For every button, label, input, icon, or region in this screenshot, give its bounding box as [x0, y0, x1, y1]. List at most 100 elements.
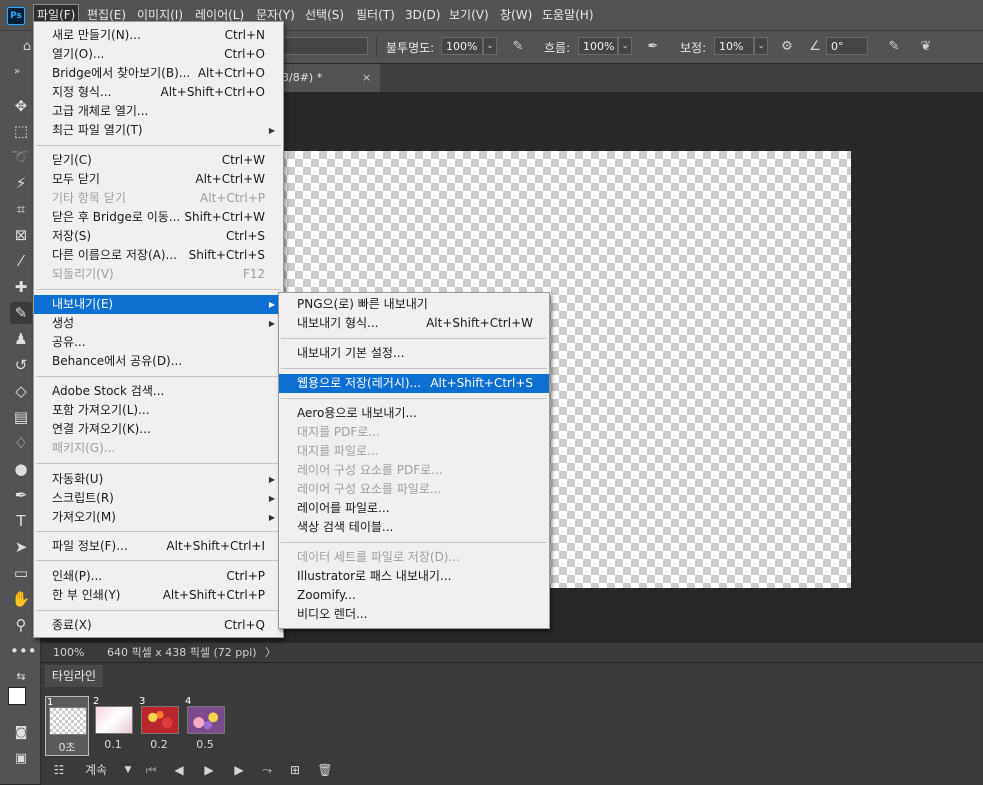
menu-item-browse-bridge[interactable]: Bridge에서 찾아보기(B)... Alt+Ctrl+O	[34, 64, 283, 83]
menu-view[interactable]: 보기(V)	[446, 5, 492, 25]
crop-tool-icon[interactable]: ⌗	[10, 198, 32, 220]
menu-item-share[interactable]: 공유...	[34, 333, 283, 352]
history-brush-tool-icon[interactable]: ↺	[10, 354, 32, 376]
menu-item-import[interactable]: 가져오기(M) ▶	[34, 508, 283, 527]
pressure-opacity-icon[interactable]: ✎	[509, 39, 527, 55]
pen-tool-icon[interactable]: ✒	[10, 484, 32, 506]
chevron-down-icon[interactable]: ▼	[121, 760, 135, 780]
menu-item-adobe-stock[interactable]: Adobe Stock 검색...	[34, 382, 283, 401]
menu-item-layers-to-files[interactable]: 레이어를 파일로...	[279, 499, 549, 518]
trash-icon[interactable]: 🗑	[317, 760, 333, 780]
loop-options[interactable]: 계속	[85, 760, 107, 780]
screen-mode-icon[interactable]: ▣	[10, 748, 32, 770]
marquee-tool-icon[interactable]: ⬚	[10, 120, 32, 142]
brush-tool-icon[interactable]: ✎	[10, 302, 32, 324]
smoothing-input[interactable]: 10%	[714, 37, 754, 55]
menu-item-save-as[interactable]: 다른 이름으로 저장(A)... Shift+Ctrl+S	[34, 246, 283, 265]
close-icon[interactable]: ×	[362, 64, 371, 92]
menu-item-scripts[interactable]: 스크립트(R) ▶	[34, 489, 283, 508]
frame-delay[interactable]: 0.2	[138, 738, 180, 751]
menu-item-export-as[interactable]: 내보내기 형식... Alt+Shift+Ctrl+W	[279, 314, 549, 333]
menu-item-quick-export-png[interactable]: PNG으(로) 빠른 내보내기	[279, 295, 549, 314]
document-tab[interactable]: 3/8#) * ×	[282, 64, 380, 92]
previous-frame-icon[interactable]: ◀	[171, 760, 187, 780]
frame-delay[interactable]: 0초	[46, 739, 88, 755]
blur-tool-icon[interactable]: ♢	[10, 432, 32, 454]
next-frame-icon[interactable]: ▶	[231, 760, 247, 780]
menu-3d[interactable]: 3D(D)	[402, 5, 443, 25]
menu-item-artboards-files[interactable]: 대지를 파일로...	[279, 442, 549, 461]
timeline-frame[interactable]: 3 0.2	[138, 696, 180, 754]
mode-select[interactable]	[283, 37, 368, 55]
rectangle-tool-icon[interactable]: ▭	[10, 562, 32, 584]
gradient-tool-icon[interactable]: ▤	[10, 406, 32, 428]
menu-window[interactable]: 창(W)	[497, 5, 535, 25]
menu-item-artboards-pdf[interactable]: 대지를 PDF로...	[279, 423, 549, 442]
menu-help[interactable]: 도움말(H)	[539, 5, 597, 25]
menu-item-open-smart-object[interactable]: 고급 개체로 열기...	[34, 102, 283, 121]
timeline-frame[interactable]: 4 0.5	[184, 696, 226, 754]
healing-brush-tool-icon[interactable]: ✚	[10, 276, 32, 298]
path-selection-tool-icon[interactable]: ➤	[10, 536, 32, 558]
frame-delay[interactable]: 0.5	[184, 738, 226, 751]
menu-item-render-video[interactable]: 비디오 렌더...	[279, 605, 549, 624]
quick-mask-icon[interactable]: ◙	[10, 722, 32, 744]
tween-icon[interactable]: ⤳	[259, 760, 275, 780]
foreground-color-swatch[interactable]	[8, 687, 26, 705]
menu-item-share-behance[interactable]: Behance에서 공유(D)...	[34, 352, 283, 371]
opacity-dropdown[interactable]: ⌄	[483, 37, 497, 55]
symmetry-icon[interactable]: ❦	[917, 39, 935, 55]
menu-item-new[interactable]: 새로 만들기(N)... Ctrl+N	[34, 26, 283, 45]
menu-select[interactable]: 선택(S)	[302, 5, 347, 25]
smoothing-dropdown[interactable]: ⌄	[754, 37, 768, 55]
magic-wand-tool-icon[interactable]: ⚡	[10, 172, 32, 194]
convert-timeline-icon[interactable]: ☷	[51, 760, 67, 780]
menu-item-generate[interactable]: 생성 ▶	[34, 314, 283, 333]
lasso-tool-icon[interactable]: ➰	[10, 146, 32, 168]
menu-item-save[interactable]: 저장(S) Ctrl+S	[34, 227, 283, 246]
frame-tool-icon[interactable]: ⊠	[10, 224, 32, 246]
status-info-arrow[interactable]: 〉	[265, 643, 276, 662]
play-icon[interactable]: ▶	[201, 760, 217, 780]
hand-tool-icon[interactable]: ✋	[10, 588, 32, 610]
menu-item-save-for-web[interactable]: 웹용으로 저장(레거시)... Alt+Shift+Ctrl+S	[279, 374, 549, 393]
collapse-panel-icon[interactable]: »	[6, 65, 28, 79]
frame-delay[interactable]: 0.1	[92, 738, 134, 751]
menu-item-close-all[interactable]: 모두 닫기 Alt+Ctrl+W	[34, 170, 283, 189]
menu-item-export-preferences[interactable]: 내보내기 기본 설정...	[279, 344, 549, 363]
menu-item-export[interactable]: 내보내기(E) ▶	[34, 295, 283, 314]
new-frame-icon[interactable]: ⊞	[287, 760, 303, 780]
pressure-size-icon[interactable]: ✎	[885, 39, 903, 55]
move-tool-icon[interactable]: ✥	[10, 95, 32, 117]
menu-item-paths-illustrator[interactable]: Illustrator로 패스 내보내기...	[279, 567, 549, 586]
zoom-tool-icon[interactable]: ⚲	[10, 614, 32, 636]
menu-item-open-as[interactable]: 지정 형식... Alt+Shift+Ctrl+O	[34, 83, 283, 102]
menu-item-close-go-bridge[interactable]: 닫은 후 Bridge로 이동... Shift+Ctrl+W	[34, 208, 283, 227]
menu-item-automate[interactable]: 자동화(U) ▶	[34, 470, 283, 489]
timeline-frame[interactable]: 1 0초	[45, 696, 89, 756]
timeline-tab[interactable]: 타임라인	[45, 665, 103, 687]
zoom-level[interactable]: 100%	[53, 643, 84, 662]
menu-item-print[interactable]: 인쇄(P)... Ctrl+P	[34, 567, 283, 586]
first-frame-icon[interactable]: ⏮	[143, 760, 159, 780]
menu-item-data-sets[interactable]: 데이터 세트를 파일로 저장(D)...	[279, 548, 549, 567]
clone-stamp-tool-icon[interactable]: ♟	[10, 328, 32, 350]
menu-filter[interactable]: 필터(T)	[353, 5, 398, 25]
menu-item-export-aero[interactable]: Aero용으로 내보내기...	[279, 404, 549, 423]
angle-input[interactable]: 0°	[826, 37, 868, 55]
menu-item-print-one-copy[interactable]: 한 부 인쇄(Y) Alt+Shift+Ctrl+P	[34, 586, 283, 605]
menu-item-place-linked[interactable]: 연결 가져오기(K)...	[34, 420, 283, 439]
more-tools-icon[interactable]: •••	[10, 640, 37, 662]
menu-item-layer-comps-files[interactable]: 레이어 구성 요소를 파일로...	[279, 480, 549, 499]
flow-input[interactable]: 100%	[578, 37, 618, 55]
menu-item-file-info[interactable]: 파일 정보(F)... Alt+Shift+Ctrl+I	[34, 537, 283, 556]
menu-item-place-embedded[interactable]: 포함 가져오기(L)...	[34, 401, 283, 420]
flow-dropdown[interactable]: ⌄	[618, 37, 632, 55]
menu-item-package[interactable]: 패키지(G)...	[34, 439, 283, 458]
menu-item-open-recent[interactable]: 최근 파일 열기(T) ▶	[34, 121, 283, 140]
timeline-frame[interactable]: 2 0.1	[92, 696, 134, 754]
menu-item-open[interactable]: 열기(O)... Ctrl+O	[34, 45, 283, 64]
menu-item-exit[interactable]: 종료(X) Ctrl+Q	[34, 616, 283, 635]
type-tool-icon[interactable]: T	[10, 510, 32, 532]
menu-item-revert[interactable]: 되돌리기(V) F12	[34, 265, 283, 284]
